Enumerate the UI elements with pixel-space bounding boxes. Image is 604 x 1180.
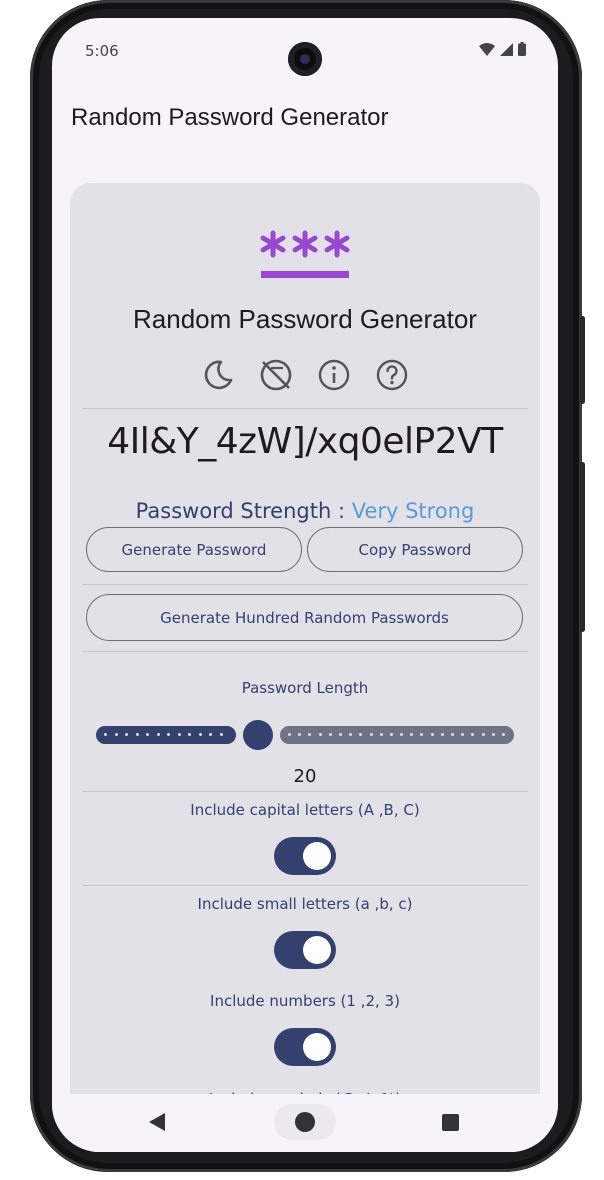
slider-tick <box>440 733 444 736</box>
option-label-small: Include small letters (a ,b, c) <box>197 895 413 913</box>
generator-card: Random Password Generator 4Il&Y_4zW]/xq0… <box>70 183 540 1152</box>
slider-tick <box>410 733 414 736</box>
password-logo-icon <box>260 230 350 278</box>
wifi-icon <box>479 42 495 56</box>
slider-tick-marks <box>104 733 230 736</box>
toggle-capital-letters[interactable] <box>274 837 336 875</box>
help-icon <box>376 359 408 391</box>
slider-tick <box>400 733 404 736</box>
generate-hundred-button[interactable]: Generate Hundred Random Passwords <box>86 594 523 641</box>
help-button[interactable] <box>374 357 410 393</box>
copy-password-button[interactable]: Copy Password <box>307 527 523 572</box>
no-ads-icon <box>260 359 292 391</box>
slider-tick <box>420 733 424 736</box>
slider-tick <box>451 733 454 736</box>
slider-tick <box>188 733 191 736</box>
slider-tick <box>430 733 434 736</box>
slider-tick <box>298 733 302 736</box>
slider-active-track <box>96 726 236 744</box>
slider-tick <box>219 733 223 736</box>
slider-tick <box>288 733 291 736</box>
generate-password-button[interactable]: Generate Password <box>86 527 302 572</box>
slider-tick <box>318 733 322 736</box>
slider-tick <box>481 733 485 736</box>
slider-tick <box>177 733 181 736</box>
recents-icon[interactable] <box>442 1114 459 1131</box>
divider <box>82 408 528 409</box>
action-icon-row <box>70 357 540 393</box>
divider <box>82 885 528 886</box>
status-time: 5:06 <box>85 42 119 60</box>
slider-tick <box>461 733 465 736</box>
slider-tick <box>146 733 149 736</box>
toggle-numbers[interactable] <box>274 1028 336 1066</box>
home-button[interactable] <box>274 1104 336 1140</box>
slider-inactive-track <box>280 726 514 744</box>
signal-icon <box>500 42 513 56</box>
dark-mode-button[interactable] <box>200 357 236 393</box>
option-label-numbers: Include numbers (1 ,2, 3) <box>210 992 400 1010</box>
slider-tick <box>359 733 363 736</box>
slider-tick <box>104 733 107 736</box>
remove-ads-button[interactable] <box>258 357 294 393</box>
password-length-label: Password Length <box>241 679 369 697</box>
divider <box>82 651 528 652</box>
option-label-capital: Include capital letters (A ,B, C) <box>190 801 420 819</box>
slider-tick <box>167 733 170 736</box>
status-bar: 5:06 <box>52 18 558 82</box>
slider-tick <box>135 733 139 736</box>
toggle-small-letters[interactable] <box>274 931 336 969</box>
battery-icon <box>518 42 526 56</box>
slider-tick <box>156 733 160 736</box>
slider-tick <box>379 733 383 736</box>
generated-password: 4Il&Y_4zW]/xq0elP2VT <box>107 421 503 462</box>
divider <box>82 791 528 792</box>
home-icon <box>295 1112 315 1132</box>
screen: 5:06 Random Password Generator Random Pa… <box>52 18 558 1152</box>
slider-tick <box>198 733 202 736</box>
slider-tick <box>501 733 505 736</box>
volume-button <box>580 462 585 632</box>
status-icons <box>479 42 526 56</box>
slider-tick-marks <box>288 733 512 736</box>
navigation-bar <box>52 1094 558 1152</box>
info-button[interactable] <box>316 357 352 393</box>
info-icon <box>318 359 350 391</box>
password-length-value: 20 <box>293 766 317 787</box>
slider-tick <box>308 733 312 736</box>
card-title: Random Password Generator <box>133 304 477 334</box>
slider-tick <box>491 733 495 736</box>
password-strength: Password Strength : Very Strong <box>70 499 540 523</box>
password-length-slider[interactable] <box>96 720 514 750</box>
slider-tick <box>471 733 475 736</box>
slider-tick <box>338 733 342 736</box>
slider-tick <box>328 733 332 736</box>
power-button <box>580 316 585 404</box>
app-bar-title: Random Password Generator <box>71 104 389 131</box>
moon-icon <box>204 360 233 390</box>
slider-tick <box>209 733 212 736</box>
toggle-knob <box>303 842 331 870</box>
front-camera <box>288 42 322 76</box>
slider-tick <box>349 733 353 736</box>
slider-tick <box>114 733 118 736</box>
toggle-knob <box>303 1033 331 1061</box>
slider-thumb[interactable] <box>243 720 273 750</box>
back-icon[interactable] <box>148 1112 166 1132</box>
strength-value: Very Strong <box>351 499 475 523</box>
toggle-knob <box>303 936 331 964</box>
slider-tick <box>389 733 393 736</box>
slider-tick <box>369 733 373 736</box>
slider-tick <box>125 733 128 736</box>
divider <box>82 584 528 585</box>
strength-label: Password Strength : <box>135 499 352 523</box>
